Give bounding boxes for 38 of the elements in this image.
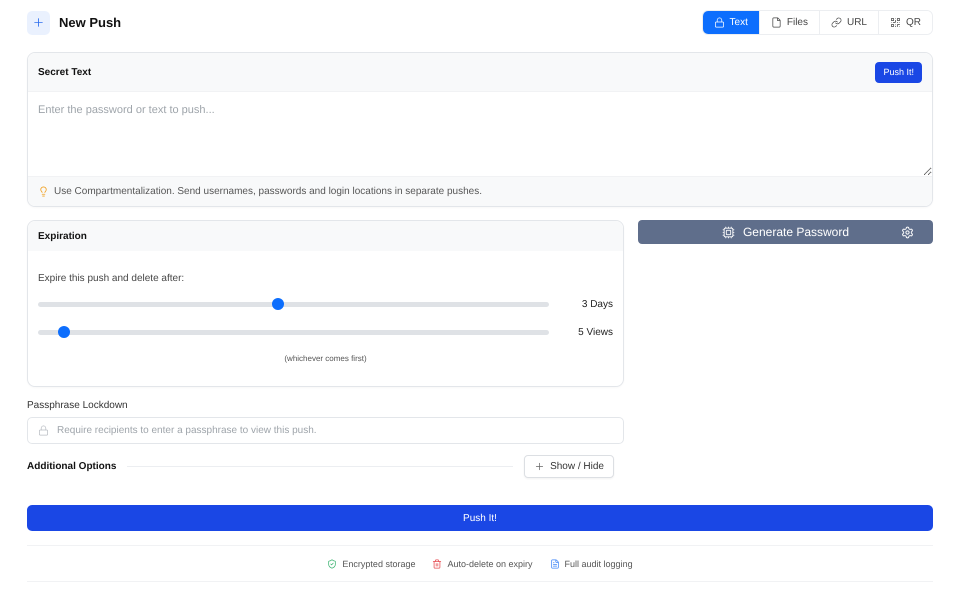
file-icon: [770, 17, 782, 28]
trash-icon: [432, 558, 442, 568]
chip-icon: [722, 226, 735, 238]
generate-password-button[interactable]: Generate Password: [638, 220, 933, 244]
lock-icon: [38, 425, 49, 436]
push-button[interactable]: Push It!: [27, 505, 933, 531]
tab[interactable]: QR: [878, 11, 932, 34]
text-input[interactable]: Enter the password or text to push...: [28, 92, 932, 176]
show-hide-button[interactable]: Show / Hide: [524, 455, 614, 478]
slider-thumb[interactable]: [272, 298, 284, 310]
lightbulb-icon: [38, 186, 49, 197]
feature-label: Auto-delete on expiry: [447, 558, 533, 568]
link-icon: [830, 17, 842, 28]
shield-check-icon: [327, 558, 338, 568]
slider-reading: 3 Days: [580, 298, 613, 310]
lock-icon: [714, 17, 725, 28]
text-input[interactable]: Require recipients to enter a passphrase to view this push.: [57, 425, 613, 436]
plus-icon: [27, 10, 50, 34]
qr-code-icon: [890, 17, 901, 28]
plus-icon: [534, 461, 546, 472]
section-title: Additional Options: [27, 461, 116, 472]
feature-label: Encrypted storage: [342, 558, 416, 568]
tab[interactable]: Text: [702, 11, 759, 34]
feature-label: Full audit logging: [564, 558, 633, 568]
slider-thumb[interactable]: [58, 326, 70, 338]
card-title: Secret Text: [38, 66, 92, 78]
expiration-note: (whichever comes first): [283, 353, 368, 365]
document-icon: [550, 558, 560, 568]
page-title: New Push: [59, 15, 122, 30]
card-title: Expiration: [38, 230, 87, 242]
hint-text: Use Compartmentalization. Send usernames, passwords and login locations in separate pushes.: [54, 186, 482, 197]
push-button[interactable]: Push It!: [875, 62, 922, 82]
expiration-prompt: Expire this push and delete after:: [38, 272, 186, 286]
button-label: Generate Password: [742, 225, 850, 239]
field-label: Passphrase Lockdown: [27, 399, 129, 412]
passphrase-field[interactable]: Require recipients to enter a passphrase to view this push.: [27, 417, 624, 444]
slider-reading: 5 Views: [577, 326, 613, 338]
settings-icon[interactable]: [901, 226, 914, 238]
